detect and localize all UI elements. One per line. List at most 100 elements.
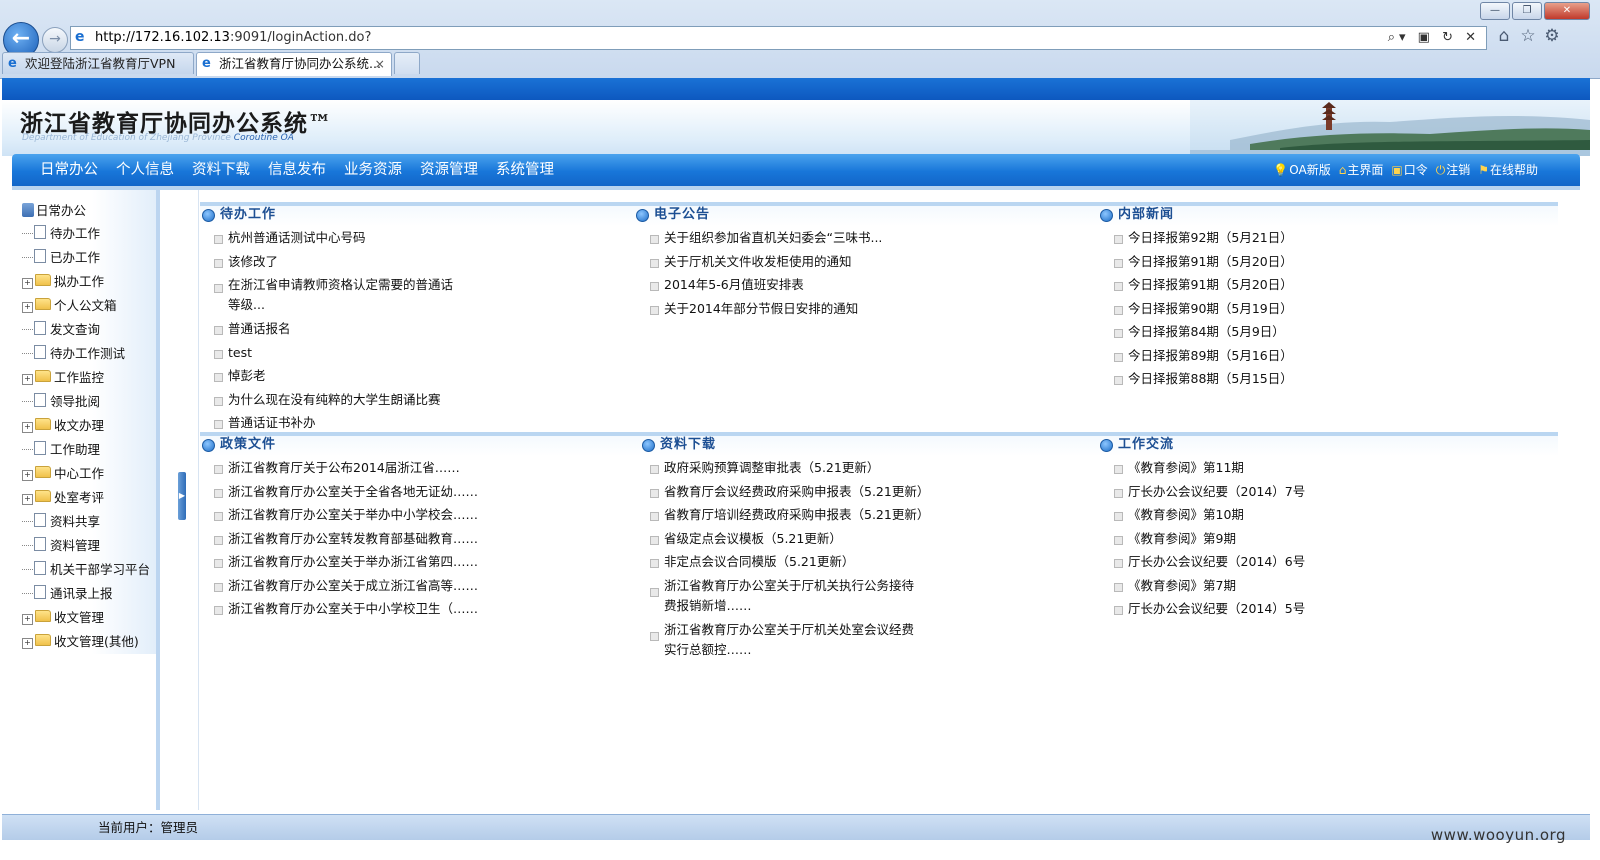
link-password[interactable]: ▣口令 <box>1391 154 1427 186</box>
list-item-link[interactable]: 浙江省教育厅办公室关于全省各地无证幼…… <box>214 480 478 504</box>
sidebar-item[interactable]: 资料管理 <box>22 536 100 556</box>
portlet-title[interactable]: 内部新闻 <box>1118 206 1174 224</box>
portlet-title[interactable]: 资料下载 <box>660 436 716 454</box>
list-item-link[interactable]: 今日择报第88期（5月15日） <box>1114 367 1293 391</box>
sidebar-item[interactable]: 已办工作 <box>22 248 100 268</box>
sidebar-item[interactable]: + 个人公文箱 <box>22 296 117 316</box>
link-home[interactable]: ⌂主界面 <box>1339 154 1384 186</box>
address-tools-icons[interactable]: ⌕▾ ▣ ↻ ✕ <box>1388 27 1480 49</box>
list-item-link[interactable]: 今日择报第91期（5月20日） <box>1114 250 1293 274</box>
expand-plus-icon[interactable]: + <box>22 614 33 625</box>
home-icon[interactable]: ⌂ <box>1494 26 1514 46</box>
list-item-link[interactable]: 《教育参阅》第11期 <box>1114 456 1305 480</box>
new-tab-button[interactable] <box>394 52 420 74</box>
list-item-link[interactable]: 浙江省教育厅办公室关于厅机关处室会议经费实行总额控…… <box>650 618 926 662</box>
sidebar-item[interactable]: + 处室考评 <box>22 488 104 508</box>
list-item-link[interactable]: 杭州普通话测试中心号码 <box>214 226 464 250</box>
close-window-button[interactable]: ✕ <box>1544 2 1590 20</box>
tab-oa[interactable]: e 浙江省教育厅协同办公系统... × <box>196 52 392 76</box>
sidebar-item[interactable]: + 中心工作 <box>22 464 104 484</box>
list-item-link[interactable]: 关于2014年部分节假日安排的通知 <box>650 297 882 321</box>
sidebar-item[interactable]: 资料共享 <box>22 512 100 532</box>
list-item-link[interactable]: 关于厅机关文件收发柜使用的通知 <box>650 250 882 274</box>
sidebar-item[interactable]: 通讯录上报 <box>22 584 113 604</box>
menu-daily-office[interactable]: 日常办公 <box>40 154 98 186</box>
list-item-link[interactable]: 今日择报第90期（5月19日） <box>1114 297 1293 321</box>
menu-personal-info[interactable]: 个人信息 <box>116 154 174 186</box>
list-item-link[interactable]: 省教育厅培训经费政府采购申报表（5.21更新） <box>650 503 929 527</box>
list-item-link[interactable]: 厅长办公会议纪要（2014）5号 <box>1114 597 1305 621</box>
link-oa-new[interactable]: 💡OA新版 <box>1273 154 1330 186</box>
expand-plus-icon[interactable]: + <box>22 494 33 505</box>
portlet-title[interactable]: 待办工作 <box>220 206 276 224</box>
list-item-link[interactable]: 浙江省教育厅办公室关于举办中小学校会…… <box>214 503 478 527</box>
list-item-link[interactable]: 关于组织参加省直机关妇委会“三味书... <box>650 226 882 250</box>
menu-system-management[interactable]: 系统管理 <box>496 154 554 186</box>
list-item-link[interactable]: 该修改了 <box>214 250 464 274</box>
list-item-link[interactable]: 今日择报第91期（5月20日） <box>1114 273 1293 297</box>
restore-button[interactable]: ❐ <box>1512 2 1542 20</box>
sidebar-item[interactable]: + 收文办理 <box>22 416 104 436</box>
list-item-link[interactable]: 今日择报第84期（5月9日） <box>1114 320 1293 344</box>
list-item-link[interactable]: 浙江省教育厅办公室关于厅机关执行公务接待费报销新增…… <box>650 574 926 618</box>
tab-vpn[interactable]: e 欢迎登陆浙江省教育厅VPN <box>2 52 194 74</box>
list-item-link[interactable]: 悼彭老 <box>214 364 464 388</box>
list-item-link[interactable]: 《教育参阅》第10期 <box>1114 503 1305 527</box>
expand-plus-icon[interactable]: + <box>22 302 33 313</box>
expand-plus-icon[interactable]: + <box>22 278 33 289</box>
link-online-help[interactable]: ⚑在线帮助 <box>1478 154 1538 186</box>
portlet-title[interactable]: 政策文件 <box>220 436 276 454</box>
sidebar-item[interactable]: + 工作监控 <box>22 368 104 388</box>
tab-close-icon[interactable]: × <box>375 53 385 75</box>
address-bar[interactable]: e http://172.16.102.13:9091/loginAction.… <box>70 26 1487 50</box>
list-item-link[interactable]: 厅长办公会议纪要（2014）7号 <box>1114 480 1305 504</box>
list-item-link[interactable]: 厅长办公会议纪要（2014）6号 <box>1114 550 1305 574</box>
expand-plus-icon[interactable]: + <box>22 374 33 385</box>
list-item-link[interactable]: 省教育厅会议经费政府采购申报表（5.21更新） <box>650 480 929 504</box>
list-item-link[interactable]: 省级定点会议模板（5.21更新） <box>650 527 929 551</box>
list-item-link[interactable]: 浙江省教育厅办公室关于举办浙江省第四…… <box>214 550 478 574</box>
sidebar-item[interactable]: + 拟办工作 <box>22 272 104 292</box>
list-item-link[interactable]: 《教育参阅》第7期 <box>1114 574 1305 598</box>
list-item-link[interactable]: test <box>214 341 464 365</box>
portlet-title[interactable]: 工作交流 <box>1118 436 1174 454</box>
forward-button[interactable]: → <box>42 27 68 53</box>
list-item-link[interactable]: 非定点会议合同模版（5.21更新） <box>650 550 929 574</box>
list-item-link[interactable]: 政府采购预算调整审批表（5.21更新） <box>650 456 929 480</box>
portlet-title[interactable]: 电子公告 <box>654 206 710 224</box>
favorites-star-icon[interactable]: ☆ <box>1518 26 1538 46</box>
list-item-link[interactable]: 浙江省教育厅办公室转发教育部基础教育…… <box>214 527 478 551</box>
sidebar-item[interactable]: 待办工作 <box>22 224 100 244</box>
list-item-link[interactable]: 《教育参阅》第9期 <box>1114 527 1305 551</box>
list-item-link[interactable]: 浙江省教育厅关于公布2014届浙江省…… <box>214 456 478 480</box>
sidebar-item[interactable]: 工作助理 <box>22 440 100 460</box>
list-item-link[interactable]: 在浙江省申请教师资格认定需要的普通话等级... <box>214 273 464 317</box>
list-item-link[interactable]: 今日择报第92期（5月21日） <box>1114 226 1293 250</box>
sidebar-item[interactable]: 待办工作测试 <box>22 344 125 364</box>
sidebar-item[interactable]: + 收文管理 <box>22 608 104 628</box>
link-logout[interactable]: ⏻注销 <box>1436 154 1471 186</box>
menu-resource-management[interactable]: 资源管理 <box>420 154 478 186</box>
sidebar-item[interactable]: + 收文管理(其他) <box>22 632 139 652</box>
sidebar-collapse-handle[interactable]: ▶ <box>178 472 186 520</box>
expand-plus-icon[interactable]: + <box>22 422 33 433</box>
list-item-link[interactable]: 2014年5-6月值班安排表 <box>650 273 882 297</box>
sidebar-item[interactable]: 机关干部学习平台 <box>22 560 150 580</box>
menu-downloads[interactable]: 资料下载 <box>192 154 250 186</box>
menu-publish-info[interactable]: 信息发布 <box>268 154 326 186</box>
list-item-link[interactable]: 为什么现在没有纯粹的大学生朗诵比赛 <box>214 388 464 412</box>
list-item-link[interactable]: 普通话证书补办 <box>214 411 464 435</box>
list-item-link[interactable]: 浙江省教育厅办公室关于成立浙江省高等…… <box>214 574 478 598</box>
tree-root-daily-office[interactable]: 日常办公 <box>22 200 86 219</box>
list-item-link[interactable]: 今日择报第89期（5月16日） <box>1114 344 1293 368</box>
expand-plus-icon[interactable]: + <box>22 470 33 481</box>
settings-gear-icon[interactable]: ⚙ <box>1542 26 1562 46</box>
list-item-link[interactable]: 普通话报名 <box>214 317 464 341</box>
sidebar-item[interactable]: 发文查询 <box>22 320 100 340</box>
minimize-button[interactable]: — <box>1480 2 1510 20</box>
menu-business-resources[interactable]: 业务资源 <box>344 154 402 186</box>
address-url[interactable]: http://172.16.102.13:9091/loginAction.do… <box>95 27 371 49</box>
expand-plus-icon[interactable]: + <box>22 638 33 649</box>
sidebar-item[interactable]: 领导批阅 <box>22 392 100 412</box>
list-item-link[interactable]: 浙江省教育厅办公室关于中小学校卫生（…… <box>214 597 478 621</box>
